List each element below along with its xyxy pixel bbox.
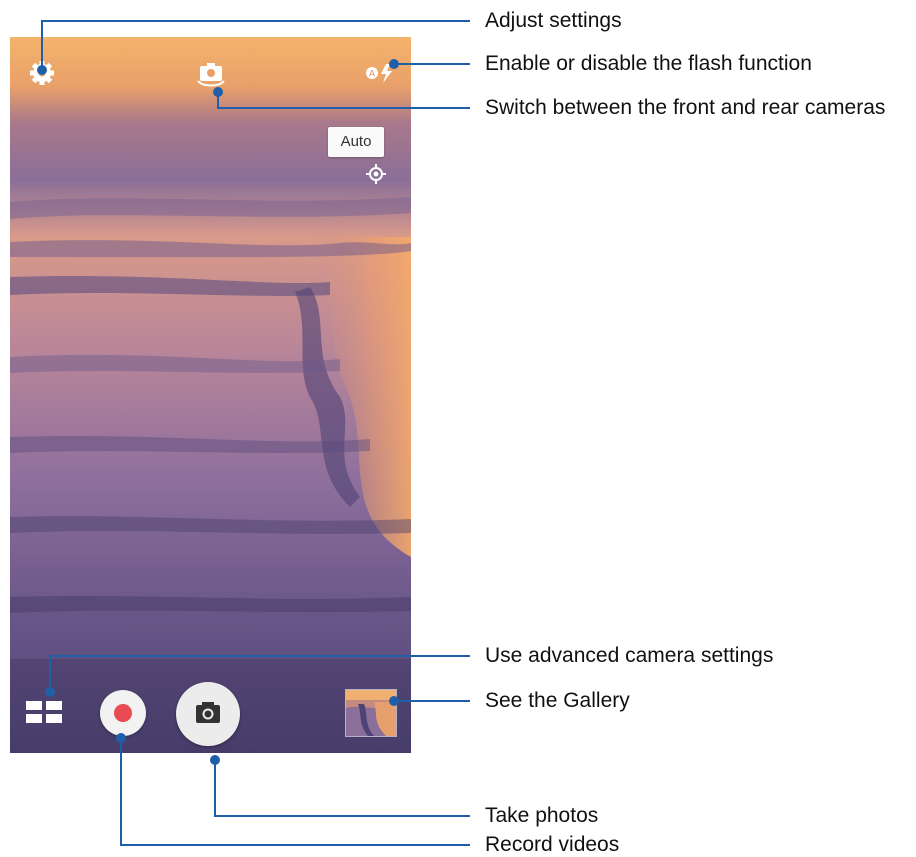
- callout-switch-camera: Switch between the front and rear camera…: [485, 96, 886, 119]
- callout-adjust-settings: Adjust settings: [485, 9, 622, 32]
- callout-advanced-settings: Use advanced camera settings: [485, 644, 774, 667]
- callout-take-photos: Take photos: [485, 804, 599, 827]
- callout-flash: Enable or disable the flash function: [485, 52, 812, 75]
- callout-gallery: See the Gallery: [485, 689, 630, 712]
- callout-record-videos: Record videos: [485, 833, 620, 856]
- callout-lines: [37, 20, 470, 846]
